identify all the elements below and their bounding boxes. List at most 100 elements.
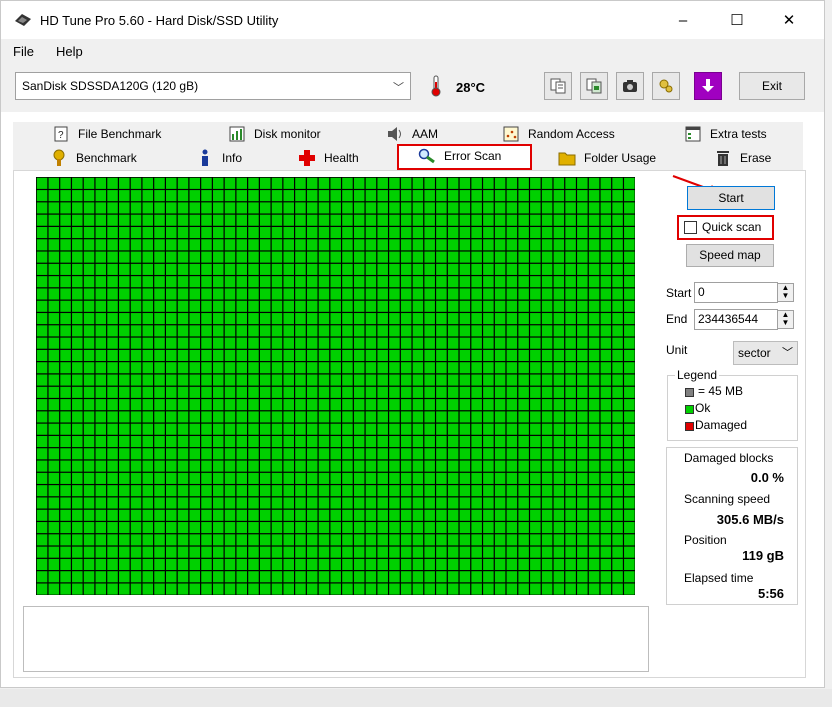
block-cell (295, 202, 306, 214)
block-cell (248, 263, 259, 275)
block-cell (553, 571, 565, 583)
drive-select[interactable]: SanDisk SDSSDA120G (120 gB) ﹀ (15, 72, 411, 100)
block-cell (236, 239, 248, 251)
block-cell (177, 313, 189, 325)
block-cell (400, 448, 412, 460)
block-cell (624, 337, 635, 349)
end-sector-spinner[interactable]: ▲ ▼ (777, 310, 794, 329)
start-sector-input[interactable]: 0 (694, 282, 778, 303)
end-sector-input[interactable]: 234436544 (694, 309, 778, 330)
block-cell (577, 571, 588, 583)
minimize-button[interactable]: – (660, 1, 706, 39)
menu-help[interactable]: Help (56, 44, 83, 59)
maximize-button[interactable]: ☐ (714, 1, 760, 39)
block-cell (283, 558, 294, 571)
block-cell (494, 485, 506, 497)
block-cell (295, 448, 306, 460)
block-cell (624, 177, 635, 189)
tab-aam[interactable]: AAM (386, 123, 438, 145)
tab-disk-monitor[interactable]: Disk monitor (228, 123, 321, 145)
copy-text-icon[interactable] (544, 72, 572, 100)
block-cell (142, 374, 154, 386)
block-cell (424, 423, 435, 435)
block-cell (447, 522, 459, 534)
unit-select[interactable]: sector ﹀ (733, 341, 798, 365)
block-cell (119, 226, 130, 239)
block-cell (107, 522, 118, 534)
block-cell (189, 349, 201, 362)
tab-info[interactable]: Info (196, 147, 242, 169)
block-cell (107, 239, 118, 251)
block-cell (283, 497, 294, 509)
block-cell (201, 534, 212, 546)
tab-random-access[interactable]: Random Access (502, 123, 615, 145)
block-cell (248, 202, 259, 214)
tab-health[interactable]: Health (298, 147, 359, 169)
quick-scan-checkbox[interactable] (684, 221, 697, 234)
block-cell (154, 509, 165, 521)
block-cell (436, 546, 447, 558)
block-cell (154, 472, 165, 484)
block-cell (154, 251, 165, 263)
block-cell (330, 337, 341, 349)
block-cell (400, 263, 412, 275)
block-cell (424, 522, 435, 534)
block-cell (295, 313, 306, 325)
tab-error-scan[interactable]: Error Scan (418, 145, 501, 167)
copy-image-icon[interactable] (580, 72, 608, 100)
close-button[interactable]: ✕ (766, 1, 812, 39)
menu-file[interactable]: File (13, 44, 34, 59)
speed-map-button[interactable]: Speed map (686, 244, 774, 267)
block-cell (365, 362, 377, 374)
block-cell (342, 251, 353, 263)
camera-icon[interactable] (616, 72, 644, 100)
block-cell (107, 190, 118, 202)
settings-tools-icon[interactable] (652, 72, 680, 100)
tab-extra-tests[interactable]: Extra tests (684, 123, 767, 145)
block-cell (236, 263, 248, 275)
tab-file-benchmark[interactable]: ? File Benchmark (52, 123, 161, 145)
block-cell (107, 226, 118, 239)
block-cell (471, 190, 482, 202)
block-cell (377, 263, 388, 275)
block-cell (130, 226, 142, 239)
tab-benchmark[interactable]: Benchmark (50, 147, 137, 169)
block-cell (259, 472, 271, 484)
block-cell (130, 522, 142, 534)
block-cell (212, 263, 224, 275)
block-cell (72, 485, 83, 497)
block-cell (295, 276, 306, 288)
block-cell (60, 214, 71, 226)
log-area[interactable] (23, 606, 649, 672)
block-cell (154, 386, 165, 398)
block-cell (271, 214, 283, 226)
legend-swatch-damaged (685, 422, 694, 431)
block-cell (518, 423, 529, 435)
block-cell (447, 386, 459, 398)
block-cell (342, 349, 353, 362)
block-cell (130, 558, 142, 571)
save-download-icon[interactable] (694, 72, 722, 100)
block-cell (518, 325, 529, 337)
block-cell (295, 472, 306, 484)
block-cell (177, 239, 189, 251)
tab-erase[interactable]: Erase (714, 147, 771, 169)
block-cell (506, 325, 518, 337)
start-sector-spinner[interactable]: ▲ ▼ (777, 283, 794, 302)
block-cell (553, 485, 565, 497)
start-button[interactable]: Start (687, 186, 775, 210)
block-cell (459, 522, 471, 534)
block-cell (154, 497, 165, 509)
block-cell (224, 325, 236, 337)
block-cell (201, 386, 212, 398)
block-cell (236, 583, 248, 595)
block-cell (248, 349, 259, 362)
block-cell (72, 522, 83, 534)
block-cell (518, 509, 529, 521)
block-cell (353, 571, 365, 583)
quick-scan-label[interactable]: Quick scan (702, 220, 761, 234)
block-cell (424, 263, 435, 275)
exit-button[interactable]: Exit (739, 72, 805, 100)
block-cell (330, 460, 341, 472)
tab-folder-usage[interactable]: Folder Usage (558, 147, 656, 169)
